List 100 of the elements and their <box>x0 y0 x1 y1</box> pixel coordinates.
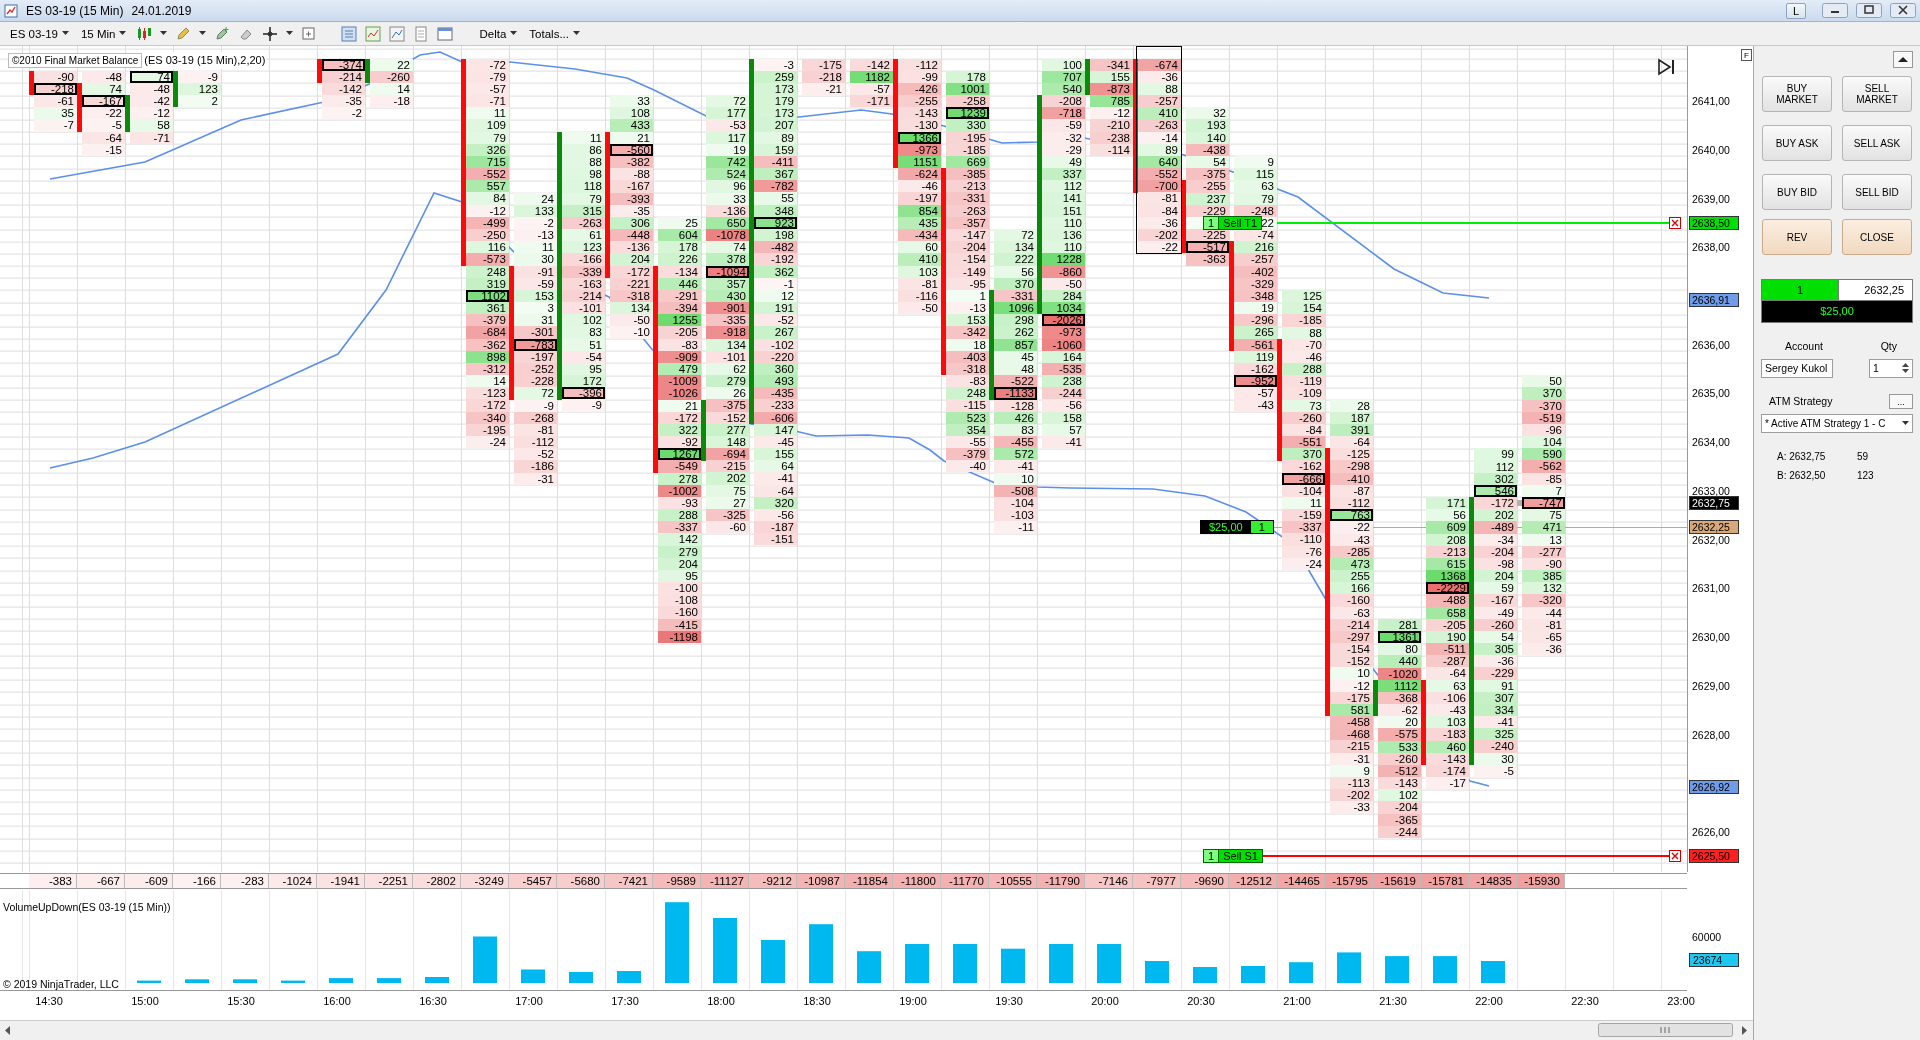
order-tag[interactable]: 1 Sell S1 <box>1203 849 1263 864</box>
trade-button[interactable]: BUY MARKET <box>1762 76 1832 112</box>
atm-strategy-dropdown[interactable]: * Active ATM Strategy 1 - C <box>1761 413 1913 433</box>
maximize-button[interactable] <box>1856 3 1882 18</box>
quantity-spinner[interactable]: 1 <box>1869 358 1913 378</box>
volume-bar <box>377 978 401 983</box>
scroll-thumb[interactable] <box>1598 1023 1733 1037</box>
instrument-dropdown[interactable]: ES 03-19 <box>8 23 71 44</box>
position-tag[interactable]: $25,00 1 <box>1200 520 1274 535</box>
delta-value: 262 <box>994 326 1037 339</box>
caret-icon[interactable] <box>61 31 69 36</box>
delta-value: -33 <box>1330 801 1373 814</box>
delta-value: -287 <box>1426 655 1469 668</box>
caret-icon[interactable] <box>119 31 127 36</box>
trade-button[interactable]: SELL MARKET <box>1842 76 1912 112</box>
delta-value: 28 <box>1330 399 1373 412</box>
delta-value: -225 <box>1186 229 1229 242</box>
delta-value: -375 <box>1186 168 1229 181</box>
indicators-icon[interactable] <box>365 25 382 42</box>
delta-value: -143 <box>898 107 941 120</box>
delta-value: -42 <box>130 95 173 108</box>
delta-value: -167 <box>1474 594 1517 607</box>
delta-value: -2229 <box>1426 582 1469 595</box>
horizontal-scrollbar[interactable] <box>0 1020 1753 1040</box>
delta-value: -204 <box>946 241 989 254</box>
caret-icon[interactable] <box>510 31 518 36</box>
chart-corner-button[interactable]: F <box>1741 49 1752 61</box>
trade-button[interactable]: REV <box>1762 219 1832 255</box>
delta-dropdown[interactable]: Delta <box>477 23 520 44</box>
close-icon[interactable] <box>1669 850 1681 863</box>
delta-value: -41 <box>994 460 1037 473</box>
atm-options-button[interactable]: ... <box>1889 394 1913 410</box>
delta-value: 74 <box>130 70 173 83</box>
pencil-icon[interactable] <box>175 25 192 42</box>
spinner-arrows-icon[interactable] <box>1902 362 1909 375</box>
skip-to-end-icon[interactable] <box>1657 58 1677 76</box>
delta-value: 178 <box>946 70 989 83</box>
price-label: 2636,00 <box>1692 338 1730 351</box>
delta-value: -341 <box>1090 58 1133 71</box>
crosshair-icon[interactable] <box>262 25 279 42</box>
bar-delta-total: -14465 <box>1277 874 1325 888</box>
delta-value: -2026 <box>1042 314 1085 327</box>
layout-button[interactable]: L <box>1785 2 1806 19</box>
scroll-right-icon[interactable] <box>1740 1026 1748 1035</box>
caret-icon[interactable] <box>573 31 580 36</box>
delta-value: -918 <box>706 326 749 339</box>
price-tag: 2636,91 <box>1689 293 1739 308</box>
delta-value: 31 <box>514 314 557 327</box>
delta-value: -143 <box>1378 777 1421 790</box>
totals-dropdown[interactable]: Totals... <box>527 23 582 44</box>
trade-button[interactable]: BUY BID <box>1762 174 1832 210</box>
caret-icon[interactable] <box>1902 420 1909 426</box>
time-label: 21:00 <box>1282 994 1312 1009</box>
bar-delta-total: -7977 <box>1133 874 1181 888</box>
delta-value: -60 <box>706 521 749 534</box>
trade-button[interactable]: SELL BID <box>1842 174 1912 210</box>
delta-value: -375 <box>706 399 749 412</box>
interval-dropdown[interactable]: 15 Min <box>78 23 129 44</box>
delta-value: -674 <box>1138 58 1181 71</box>
minimize-button[interactable] <box>1822 3 1848 18</box>
trade-button[interactable]: SELL ASK <box>1842 125 1912 161</box>
delta-value: 22 <box>370 58 413 71</box>
delta-value: -50 <box>898 302 941 315</box>
candlestick-icon[interactable] <box>136 25 153 42</box>
delta-value: 557 <box>466 180 509 193</box>
caret-icon[interactable] <box>199 31 207 36</box>
delta-value: -43 <box>1234 399 1277 412</box>
close-button[interactable] <box>1890 3 1916 18</box>
delta-value: -244 <box>1042 387 1085 400</box>
delta-value: -52 <box>514 448 557 461</box>
delta-value: -208 <box>1042 95 1085 108</box>
trade-button[interactable]: CLOSE <box>1842 219 1912 255</box>
strategy-icon[interactable] <box>389 25 406 42</box>
close-icon[interactable] <box>1669 216 1681 229</box>
window-icon[interactable] <box>437 25 454 42</box>
delta-value: 58 <box>130 119 173 132</box>
delta-value: 19 <box>1234 302 1277 315</box>
delta-value: 337 <box>1042 168 1085 181</box>
delta-value: 134 <box>610 302 653 315</box>
caret-icon[interactable] <box>160 31 168 36</box>
price-tag: 2626,92 <box>1689 780 1739 795</box>
delta-value: 11 <box>466 107 509 120</box>
delta-value: 72 <box>994 229 1037 242</box>
delta-value: 141 <box>1042 192 1085 205</box>
delta-value: -2 <box>322 107 365 120</box>
delta-value: -115 <box>946 399 989 412</box>
order-tag[interactable]: 1 Sell T1 <box>1203 215 1263 230</box>
delta-value: -53 <box>706 119 749 132</box>
scroll-left-icon[interactable] <box>4 1026 12 1035</box>
delta-value: 110 <box>1042 241 1085 254</box>
trade-button[interactable]: BUY ASK <box>1762 125 1832 161</box>
bar-delta-total: -7146 <box>1085 874 1133 888</box>
account-dropdown[interactable]: Sergey Kukol <box>1761 358 1833 378</box>
delta-value: -1026 <box>658 387 701 400</box>
delta-value: -167 <box>610 180 653 193</box>
caret-icon[interactable] <box>286 31 294 36</box>
collapse-up-icon[interactable] <box>1893 51 1913 68</box>
delta-value: -154 <box>946 253 989 266</box>
bar-delta-total: -15795 <box>1325 874 1373 888</box>
delta-value: 30 <box>514 253 557 266</box>
